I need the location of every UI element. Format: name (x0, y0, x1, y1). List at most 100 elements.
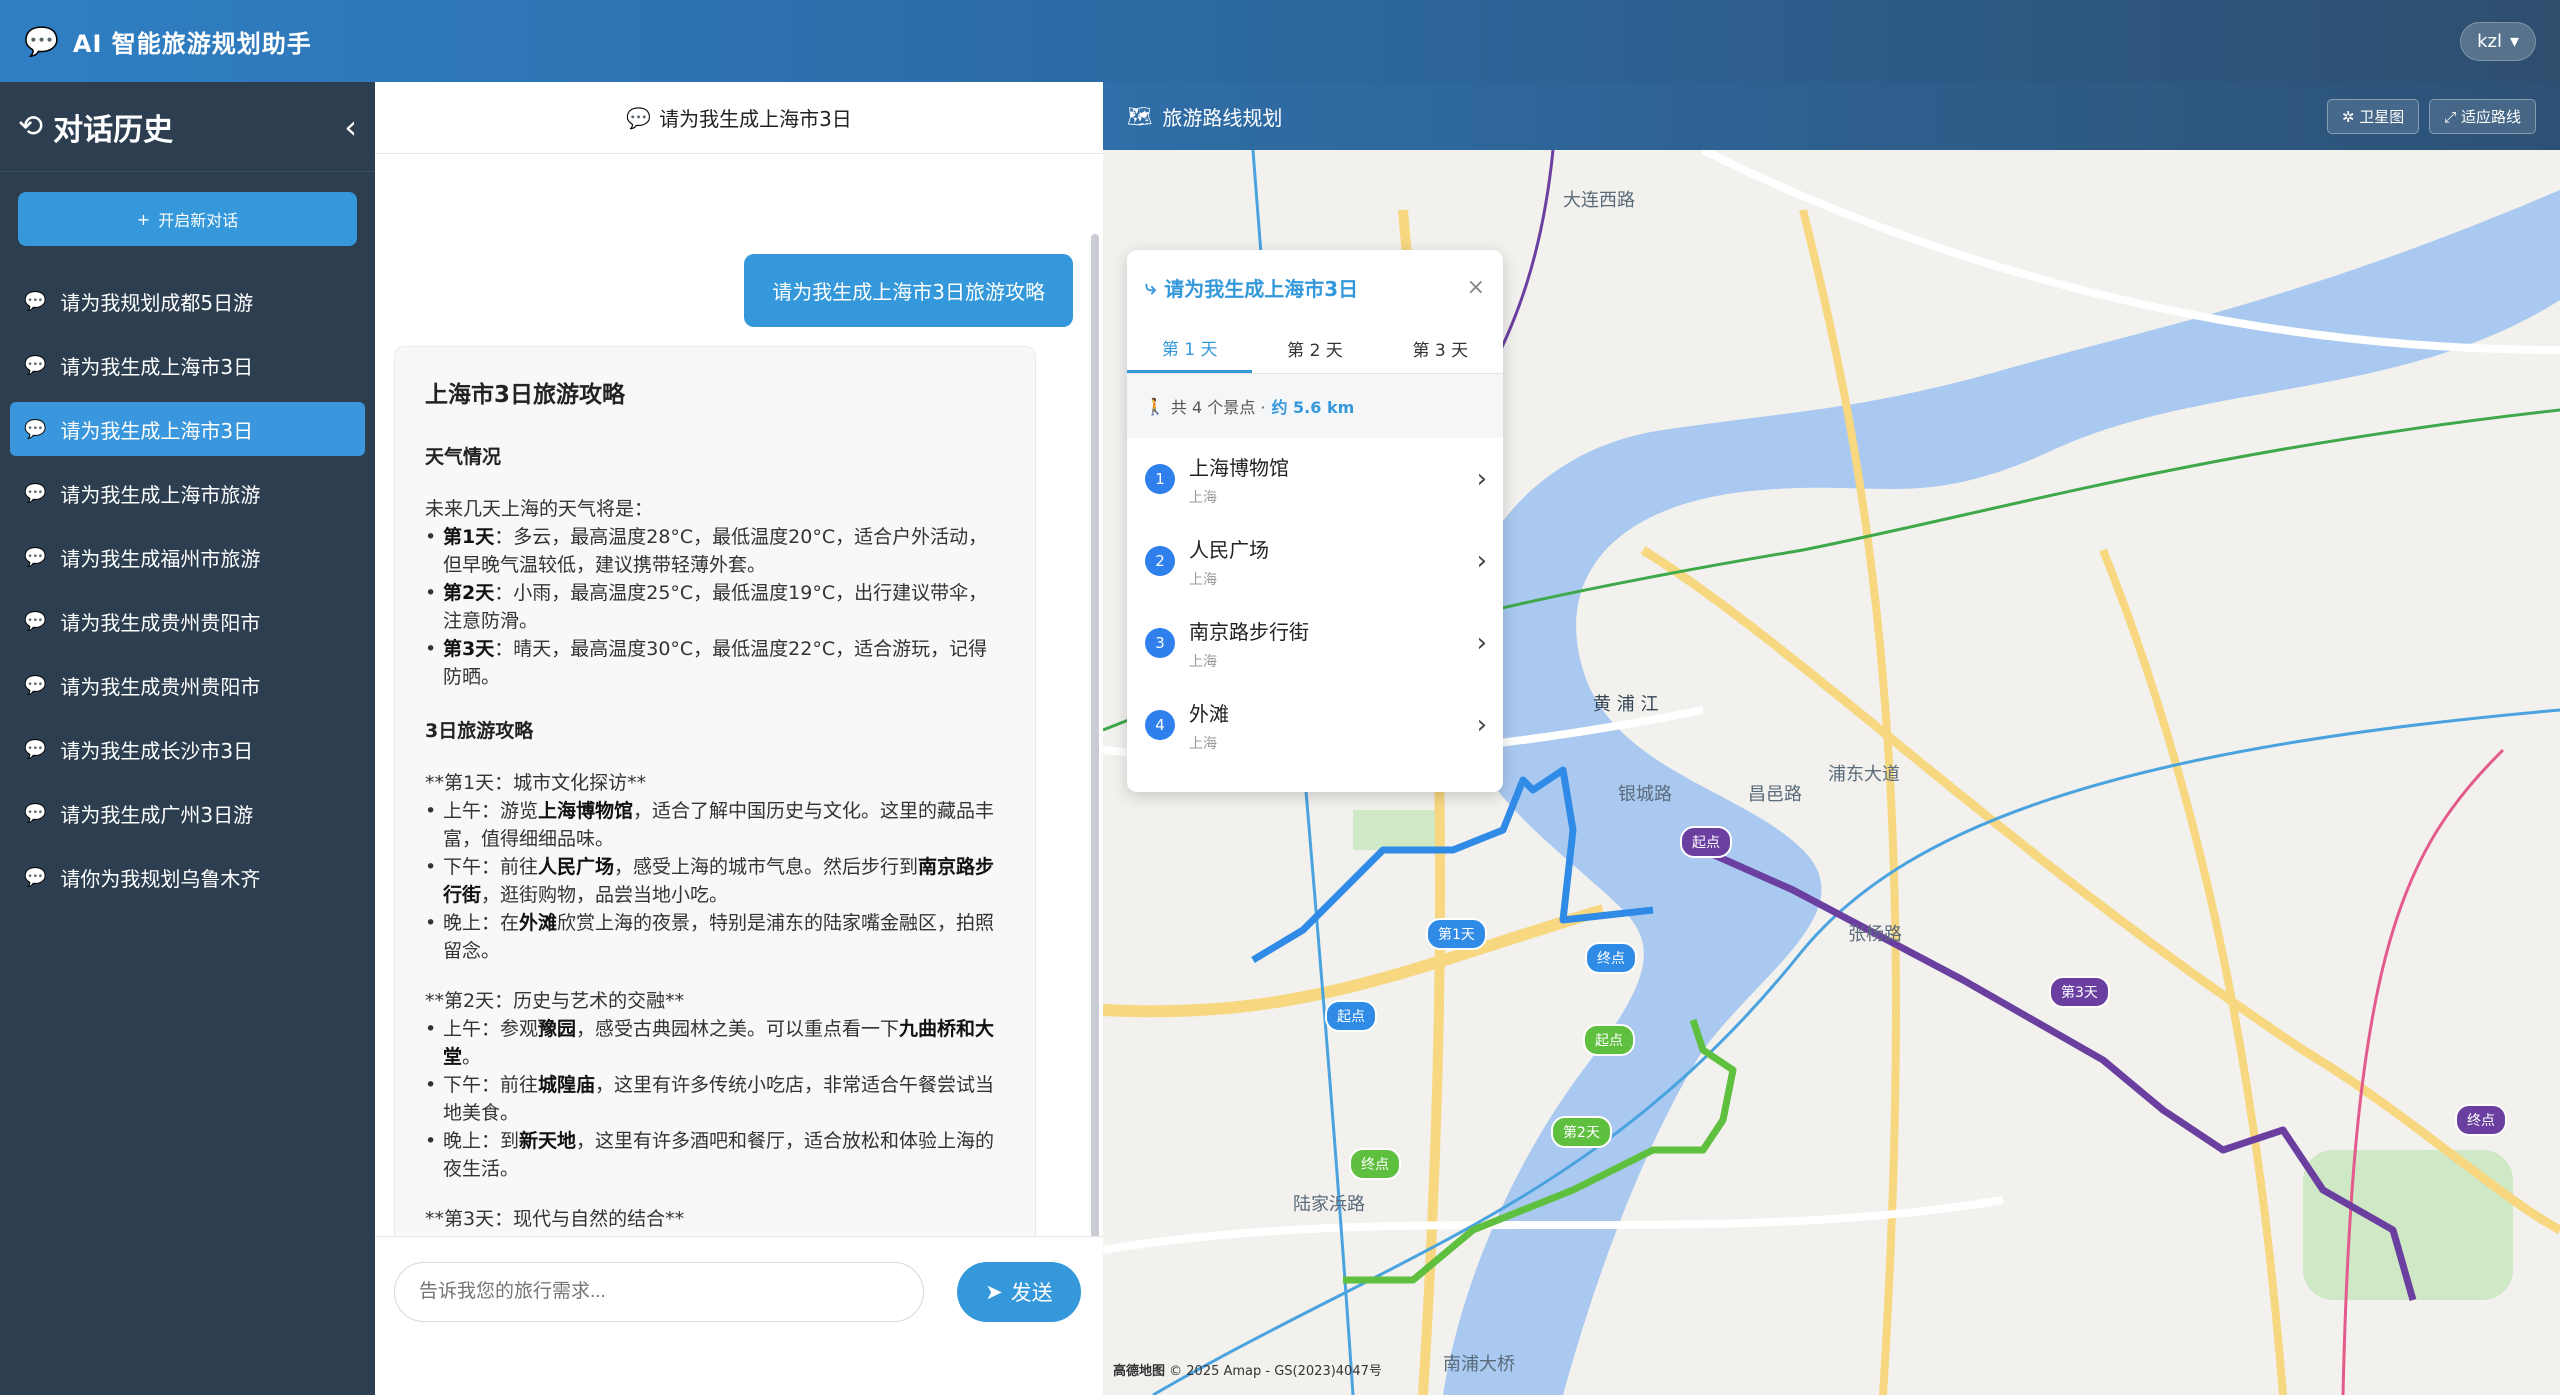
day1-label-marker[interactable]: 第1天 (1426, 918, 1487, 950)
plus-icon: + (136, 209, 151, 229)
history-item[interactable]: 💬 请为我生成贵州贵阳市 (10, 594, 365, 648)
stop-number: 3 (1145, 628, 1175, 658)
weather-day: 第3天 (443, 638, 495, 660)
day3-start-marker[interactable]: 起点 (1680, 826, 1732, 858)
history-item[interactable]: 💬 请为我生成福州市旅游 (10, 530, 365, 584)
history-item-label: 请为我生成长沙市3日 (60, 738, 254, 763)
weather-item: 第3天：晴天，最高温度30°C，最低温度22°C，适合游玩，记得防晒。 (425, 635, 1005, 691)
day2-title: **第2天：历史与艺术的交融** (425, 990, 685, 1012)
day3-label-marker[interactable]: 第3天 (2049, 976, 2110, 1008)
weather-text: ：小雨，最高温度25°C，最低温度19°C，出行建议带伞，注意防滑。 (443, 582, 988, 632)
day-tab[interactable]: 第 1 天 (1127, 324, 1253, 373)
history-item-label: 请为我生成广州3日游 (60, 802, 254, 827)
plan-place: 人民广场 (538, 856, 615, 878)
route-stop[interactable]: 1 上海博物馆 上海 › (1127, 438, 1503, 520)
plan-item: 晚上：在外滩欣赏上海的夜景，特别是浦东的陆家嘴金融区，拍照留念。 (425, 909, 1005, 965)
day2-start-marker[interactable]: 起点 (1583, 1024, 1635, 1056)
user-name: kzl (2477, 30, 2502, 52)
stop-city: 上海 (1189, 571, 1217, 588)
send-label: 发送 (1010, 1281, 1053, 1305)
map-copyright: 高德地图 © 2025 Amap - GS(2023)4047号 (1113, 1360, 1382, 1379)
day-tabs: 第 1 天第 2 天第 3 天 (1127, 324, 1503, 374)
comment-icon: 💬 (24, 418, 47, 440)
chat-scrollbar[interactable] (1091, 234, 1099, 1236)
comment-icon: 💬 (24, 738, 47, 760)
weather-item: 第2天：小雨，最高温度25°C，最低温度19°C，出行建议带伞，注意防滑。 (425, 579, 1005, 635)
plan-text: 上午：游览 (443, 800, 539, 822)
history-item-label: 请为我生成贵州贵阳市 (60, 610, 261, 635)
weather-day: 第1天 (443, 526, 495, 548)
plan-place: 城隍庙 (538, 1074, 596, 1096)
road-nanpu: 南浦大桥 (1443, 1354, 1515, 1375)
road-ludu: 陆家浜路 (1293, 1194, 1365, 1215)
route-stop[interactable]: 3 南京路步行街 上海 › (1127, 602, 1503, 684)
history-item[interactable]: 💬 请为我生成上海市3日 (10, 338, 365, 392)
user-message: 请为我生成上海市3日旅游攻略 (744, 254, 1073, 327)
day3-title: **第3天：现代与自然的结合** (425, 1208, 685, 1230)
history-sidebar: ⟲ 对话历史 ‹ + 开启新对话 💬 请为我规划成都5日游 💬 请为我生成上海市3日 💬… (0, 82, 375, 1395)
road-pudong: 浦东大道 (1828, 764, 1900, 785)
history-item-label: 请为我生成贵州贵阳市 (60, 674, 261, 699)
chat-input-bar: ➤ 发送 (375, 1236, 1103, 1395)
user-menu[interactable]: kzl ▾ (2460, 21, 2536, 61)
chevron-right-icon: › (1476, 464, 1487, 494)
plan-place: 新天地 (519, 1130, 577, 1152)
day-tab[interactable]: 第 2 天 (1252, 324, 1377, 373)
day2-end-marker[interactable]: 终点 (1349, 1148, 1401, 1180)
road-dalian: 大连西路 (1563, 190, 1635, 211)
send-button[interactable]: ➤ 发送 (957, 1262, 1081, 1322)
plan-place: 外滩 (519, 912, 558, 934)
history-item[interactable]: 💬 请为我生成长沙市3日 (10, 722, 365, 776)
history-item[interactable]: 💬 请为我规划成都5日游 (10, 274, 365, 328)
comment-icon: 💬 (24, 674, 47, 696)
day1-start-marker[interactable]: 起点 (1325, 1000, 1377, 1032)
satellite-label: 卫星图 (2359, 107, 2405, 126)
chat-header: 💬 请为我生成上海市3日 (375, 82, 1103, 154)
plan-item: 上午：参观豫园，感受古典园林之美。可以重点看一下九曲桥和大堂。 (425, 1015, 1005, 1071)
close-icon[interactable]: × (1467, 275, 1485, 300)
route-stop[interactable]: 2 人民广场 上海 › (1127, 520, 1503, 602)
walking-icon: 🚶 (1145, 396, 1165, 416)
expand-icon: ⤢ (2444, 107, 2461, 126)
stop-number: 4 (1145, 710, 1175, 740)
history-item-label: 请为我生成上海市3日 (60, 418, 254, 443)
history-item-label: 请为我生成上海市3日 (60, 354, 254, 379)
plan-text: 上午：参观 (443, 1018, 539, 1040)
chat-input[interactable] (394, 1262, 924, 1322)
comment-icon: 💬 (24, 482, 47, 504)
collapse-sidebar-icon[interactable]: ‹ (344, 108, 357, 146)
satellite-button[interactable]: ✲ 卫星图 (2326, 98, 2420, 134)
chat-title: 请为我生成上海市3日 (659, 107, 852, 131)
satellite-icon: ✲ (2341, 107, 2360, 126)
new-chat-button[interactable]: + 开启新对话 (18, 192, 357, 246)
plan-text: 下午：前往 (443, 1074, 539, 1096)
plan-text: ，逛街购物，品尝当地小吃。 (481, 884, 729, 906)
history-item[interactable]: 💬 请你为我规划乌鲁木齐 (10, 850, 365, 904)
history-item[interactable]: 💬 请为我生成广州3日游 (10, 786, 365, 840)
day-tab[interactable]: 第 3 天 (1378, 324, 1503, 373)
route-panel: ⤷ 请为我生成上海市3日 × 第 1 天第 2 天第 3 天 🚶 共 4 个景点… (1127, 250, 1503, 792)
history-item[interactable]: 💬 请为我生成上海市旅游 (10, 466, 365, 520)
route-stop[interactable]: 4 外滩 上海 › (1127, 684, 1503, 766)
stop-city: 上海 (1189, 735, 1217, 752)
map-canvas[interactable]: 黄 浦 江 大连西路 陆家浜路 南浦大桥 银城路 昌邑路 浦东大道 张杨路 起点… (1103, 150, 2560, 1395)
chat-messages[interactable]: 请为我生成上海市3日旅游攻略 上海市3日旅游攻略 天气情况 未来几天上海的天气将… (375, 154, 1103, 1236)
history-item[interactable]: 💬 请为我生成贵州贵阳市 (10, 658, 365, 712)
plan-text: ，感受古典园林之美。可以重点看一下 (576, 1018, 900, 1040)
day3-end-marker[interactable]: 终点 (2455, 1104, 2507, 1136)
fit-route-button[interactable]: ⤢ 适应路线 (2429, 98, 2536, 134)
history-item-label: 请你为我规划乌鲁木齐 (60, 866, 261, 891)
weather-item: 第1天：多云，最高温度28°C，最低温度20°C，适合户外活动，但早晚气温较低，… (425, 523, 1005, 579)
app-title: AI 智能旅游规划助手 (72, 29, 312, 58)
route-panel-title: 请为我生成上海市3日 (1164, 276, 1359, 301)
comment-icon: 💬 (24, 546, 47, 568)
history-item[interactable]: 💬 请为我生成上海市3日 (10, 402, 365, 456)
weather-intro: 未来几天上海的天气将是： (425, 498, 654, 520)
chevron-right-icon: › (1476, 628, 1487, 658)
river-label: 黄 浦 江 (1593, 694, 1659, 715)
stop-number: 1 (1145, 464, 1175, 494)
day2-label-marker[interactable]: 第2天 (1551, 1116, 1612, 1148)
day1-end-marker[interactable]: 终点 (1585, 942, 1637, 974)
plan-item: 晚上：到新天地，这里有许多酒吧和餐厅，适合放松和体验上海的夜生活。 (425, 1127, 1005, 1183)
stop-name: 人民广场 (1189, 537, 1269, 562)
